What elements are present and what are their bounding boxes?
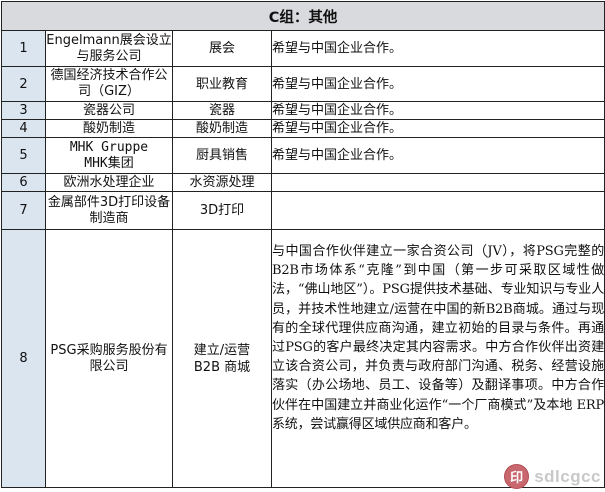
company-name-line: MHK集团 (84, 155, 134, 171)
business-category-line: B2B 商城 (193, 359, 251, 375)
company-table: C组：其他 1 Engelmann展会设立与服务公司 展会 希望与中国企业合作。… (0, 1, 605, 488)
company-name: 金属部件3D打印设备制造商 (45, 191, 173, 230)
row-number: 8 (1, 229, 46, 488)
business-category: 3D打印 (172, 191, 272, 230)
business-category-line: 建立/运营 (193, 342, 251, 358)
company-name: MHK Gruppe MHK集团 (45, 137, 173, 174)
company-name: 酸奶制造 (45, 119, 173, 138)
table-title-row: C组：其他 (0, 1, 605, 31)
business-category: 厨具销售 (172, 137, 272, 174)
cooperation-description: 希望与中国企业合作。 (270, 101, 605, 120)
table-row: 5 MHK Gruppe MHK集团 厨具销售 希望与中国企业合作。 (1, 137, 605, 174)
company-name: Engelmann展会设立与服务公司 (45, 30, 173, 67)
watermark-text: sdlcgcc (534, 466, 601, 486)
watermark-seal-icon: 印 (504, 464, 530, 489)
company-name: 瓷器公司 (45, 101, 173, 120)
row-number: 7 (1, 191, 46, 230)
company-name: PSG采购服务股份有限公司 (45, 229, 173, 488)
business-category: 职业教育 (172, 66, 272, 102)
business-category: 展会 (172, 30, 272, 67)
cooperation-description (270, 191, 605, 230)
table-row: 7 金属部件3D打印设备制造商 3D打印 (1, 191, 605, 230)
company-name-line: MHK Gruppe (69, 139, 149, 155)
table-row: 2 德国经济技术合作公司（GIZ） 职业教育 希望与中国企业合作。 (1, 66, 605, 102)
cooperation-description: 希望与中国企业合作。 (270, 137, 605, 174)
table-row: 8 PSG采购服务股份有限公司 建立/运营 B2B 商城 与中国合作伙伴建立一家… (1, 229, 605, 488)
table-row: 3 瓷器公司 瓷器 希望与中国企业合作。 (1, 101, 605, 120)
table-row: 6 欧洲水处理企业 水资源处理 (1, 173, 605, 192)
watermark: 印 sdlcgcc (504, 464, 601, 489)
cooperation-description: 与中国合作伙伴建立一家合资公司（JV），将PSG完整的B2B市场体系“克隆”到中… (270, 229, 605, 488)
cooperation-description: 希望与中国企业合作。 (270, 119, 605, 138)
business-category: 瓷器 (172, 101, 272, 120)
table-title: C组：其他 (0, 1, 605, 31)
company-name: 德国经济技术合作公司（GIZ） (45, 66, 173, 102)
business-category: 酸奶制造 (172, 119, 272, 138)
table-row: 4 酸奶制造 酸奶制造 希望与中国企业合作。 (1, 119, 605, 138)
company-name: 欧洲水处理企业 (45, 173, 173, 192)
row-number: 6 (1, 173, 46, 192)
cooperation-description (270, 173, 605, 192)
row-number: 3 (1, 101, 46, 120)
row-number: 1 (1, 30, 46, 67)
row-number: 4 (1, 119, 46, 138)
business-category: 水资源处理 (172, 173, 272, 192)
cooperation-description: 希望与中国企业合作。 (270, 66, 605, 102)
row-number: 5 (1, 137, 46, 174)
table-row: 1 Engelmann展会设立与服务公司 展会 希望与中国企业合作。 (1, 30, 605, 67)
business-category: 建立/运营 B2B 商城 (172, 229, 272, 488)
row-number: 2 (1, 66, 46, 102)
cooperation-description: 希望与中国企业合作。 (270, 30, 605, 67)
